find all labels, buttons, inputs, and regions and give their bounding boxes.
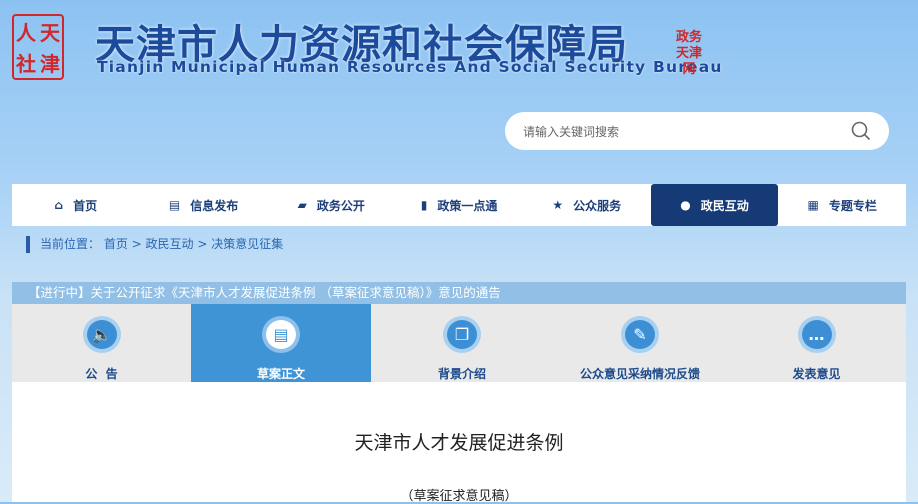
notice-title: 【进行中】关于公开征求《天津市人才发展促进条例 （草案征求意见稿）》意见的通告 xyxy=(12,282,906,304)
tab-draft-text[interactable]: ▤ 草案正文 xyxy=(191,304,371,382)
logo: 人 天 社 津 xyxy=(12,14,64,80)
document-icon: ▤ xyxy=(262,316,300,353)
breadcrumb: 当前位置： 首页 > 政民互动 > 决策意见征集 xyxy=(26,236,283,253)
grid-icon: ▦ xyxy=(807,198,819,212)
breadcrumb-home[interactable]: 首页 xyxy=(104,237,128,251)
nav-label: 政策一点通 xyxy=(437,198,498,213)
home-icon: ⌂ xyxy=(54,198,64,212)
nav-home[interactable]: ⌂ 首页 xyxy=(12,184,140,226)
nav-label: 首页 xyxy=(73,198,98,213)
breadcrumb-sep: > xyxy=(193,237,212,251)
document-subtitle: （草案征求意见稿） xyxy=(400,489,518,504)
pen-icon: ✎ xyxy=(621,316,659,353)
document-title: 天津市人才发展促进条例 xyxy=(354,432,564,454)
nav-topics[interactable]: ▦ 专题专栏 xyxy=(778,184,906,226)
tab-label: 公众意见采纳情况反馈 xyxy=(579,367,700,381)
nav-public-service[interactable]: ★ 公众服务 xyxy=(523,184,651,226)
tab-comment[interactable]: … 发表意见 xyxy=(727,304,906,382)
site-subtitle: Tianjin Municipal Human Resources And So… xyxy=(97,58,723,76)
tab-label: 草案正文 xyxy=(256,367,305,381)
badge-icon: ★ xyxy=(552,198,564,212)
breadcrumb-sep: > xyxy=(127,237,146,251)
speaker-icon: 🔈 xyxy=(82,316,121,353)
tab-background[interactable]: ❐ 背景介绍 xyxy=(371,304,553,382)
search-input[interactable]: 请输入关键词搜索 xyxy=(523,123,619,140)
main-nav: ⌂ 首页 ▤ 信息发布 ▰ 政务公开 ▮ 政策一点通 ★ 公众服务 ● 政民互动 ▦ 专题专栏 xyxy=(12,184,906,226)
nav-label: 政务公开 xyxy=(316,198,365,213)
logo-char: 天 xyxy=(40,21,60,45)
copy-icon: ❐ xyxy=(443,316,481,353)
tab-label: 背景介绍 xyxy=(437,367,486,381)
stamp-logo: 政务天津网 xyxy=(675,30,702,77)
folder-icon: ▰ xyxy=(297,198,307,212)
tab-feedback[interactable]: ✎ 公众意见采纳情况反馈 xyxy=(553,304,727,382)
nav-policy[interactable]: ▮ 政策一点通 xyxy=(395,184,523,226)
breadcrumb-current[interactable]: 决策意见征集 xyxy=(211,237,283,251)
nav-interaction[interactable]: ● 政民互动 xyxy=(650,184,779,226)
search-box[interactable]: 请输入关键词搜索 xyxy=(505,112,889,150)
nav-label: 信息发布 xyxy=(190,198,239,213)
document-icon: ▤ xyxy=(168,198,181,212)
nav-gov-affairs[interactable]: ▰ 政务公开 xyxy=(267,184,395,226)
tab-announcement[interactable]: 🔈 公 告 xyxy=(12,304,191,382)
search-icon[interactable] xyxy=(851,121,871,141)
logo-char: 社 xyxy=(16,52,36,76)
logo-char: 津 xyxy=(40,52,60,76)
nav-label: 专题专栏 xyxy=(828,198,877,213)
nav-label: 政民互动 xyxy=(700,198,749,213)
nav-info-release[interactable]: ▤ 信息发布 xyxy=(140,184,268,226)
chat-bubble-icon: … xyxy=(797,316,836,353)
logo-char: 人 xyxy=(16,21,36,45)
section-tabs: 🔈 公 告 ▤ 草案正文 ❐ 背景介绍 ✎ 公众意见采纳情况反馈 … 发表意见 xyxy=(12,304,906,382)
nav-label: 公众服务 xyxy=(573,198,622,213)
breadcrumb-prefix: 当前位置： xyxy=(40,237,101,251)
chat-icon: ● xyxy=(680,198,691,212)
tab-label: 发表意见 xyxy=(792,367,841,381)
document-content: 天津市人才发展促进条例 （草案征求意见稿） xyxy=(12,382,906,504)
breadcrumb-interaction[interactable]: 政民互动 xyxy=(146,237,194,251)
tab-label: 公 告 xyxy=(85,367,118,381)
book-icon: ▮ xyxy=(420,198,428,212)
